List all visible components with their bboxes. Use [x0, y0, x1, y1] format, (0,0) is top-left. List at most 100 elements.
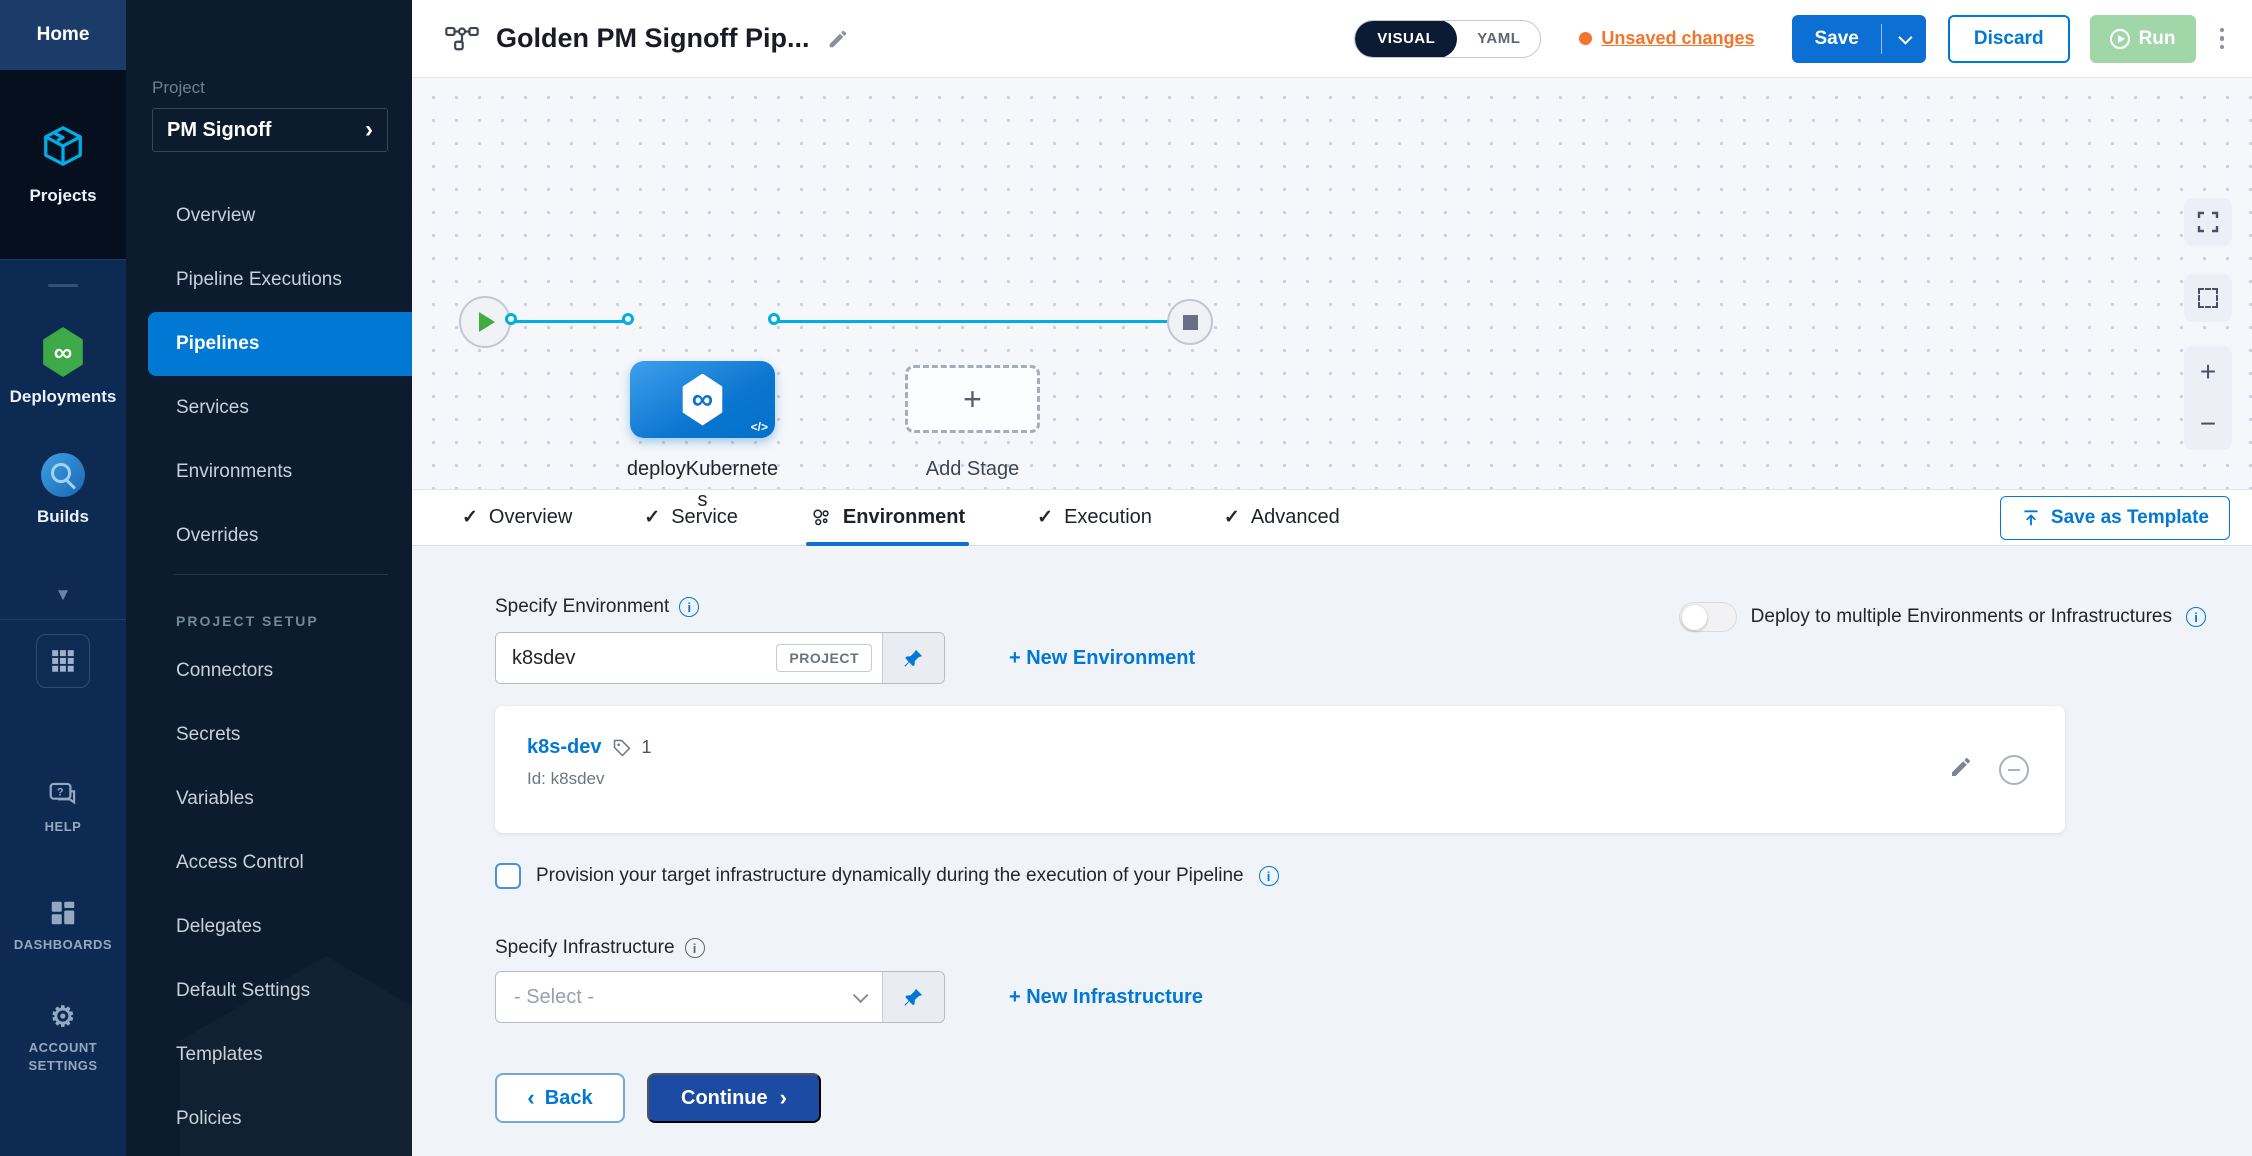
- back-button[interactable]: ‹ Back: [495, 1073, 625, 1123]
- chevron-down-icon: [1898, 30, 1912, 44]
- save-button[interactable]: Save: [1792, 15, 1925, 63]
- multi-deploy-label: Deploy to multiple Environments or Infra…: [1751, 606, 2172, 628]
- info-icon[interactable]: i: [2186, 607, 2206, 627]
- account-settings-label: ACCOUNT SETTINGS: [0, 1039, 126, 1074]
- save-as-template-button[interactable]: Save as Template: [2000, 496, 2230, 540]
- tab-execution-label: Execution: [1064, 506, 1152, 529]
- stop-square-icon: [1183, 315, 1198, 330]
- project-sidebar: Project PM Signoff › Overview Pipeline E…: [126, 0, 412, 1156]
- tab-environment[interactable]: Environment: [810, 490, 965, 546]
- nav-projects[interactable]: Projects: [0, 70, 126, 260]
- add-stage-button[interactable]: +: [905, 365, 1040, 433]
- run-button[interactable]: Run: [2090, 15, 2196, 63]
- canvas-selection-button[interactable]: [2184, 274, 2232, 322]
- new-environment-link[interactable]: + New Environment: [1009, 647, 1195, 670]
- nav-account-settings[interactable]: ⚙ ACCOUNT SETTINGS: [0, 1003, 126, 1074]
- help-chat-icon: ?: [47, 780, 79, 810]
- back-label: Back: [545, 1087, 593, 1110]
- check-icon: ✓: [644, 506, 660, 529]
- pipeline-header: Golden PM Signoff Pip... VISUAL YAML Uns…: [412, 0, 2252, 78]
- environment-input[interactable]: [496, 633, 776, 683]
- save-label: Save: [1792, 28, 1880, 50]
- tab-advanced-label: Advanced: [1251, 506, 1340, 529]
- run-play-icon: [2110, 29, 2130, 49]
- provision-checkbox[interactable]: [495, 863, 521, 889]
- info-icon[interactable]: i: [679, 597, 699, 617]
- header-kebab-menu[interactable]: [2214, 22, 2231, 56]
- project-selector[interactable]: PM Signoff ›: [152, 108, 388, 152]
- specify-environment-label: Specify Environment: [495, 596, 669, 618]
- toggle-visual[interactable]: VISUAL: [1355, 20, 1457, 58]
- edge-connector-dot: [505, 313, 517, 325]
- unsaved-changes[interactable]: Unsaved changes: [1579, 28, 1754, 49]
- nav-dashboards[interactable]: DASHBOARDS: [14, 898, 112, 954]
- save-as-template-label: Save as Template: [2051, 507, 2209, 529]
- environment-id: Id: k8sdev: [527, 769, 2033, 789]
- discard-button[interactable]: Discard: [1948, 15, 2070, 63]
- sidebar-item-access-control[interactable]: Access Control: [126, 831, 412, 895]
- edit-title-pencil-icon[interactable]: [827, 28, 849, 50]
- module-grid-button[interactable]: [36, 634, 90, 688]
- deployments-label: Deployments: [10, 387, 117, 407]
- rail-divider-dash: [48, 284, 78, 287]
- environment-name-link[interactable]: k8s-dev: [527, 736, 602, 759]
- sidebar-item-pipelines[interactable]: Pipelines: [148, 312, 412, 376]
- multi-deploy-switch[interactable]: [1679, 602, 1737, 632]
- nav-builds[interactable]: Builds: [37, 453, 89, 527]
- environment-tab-content: Specify Environment i PROJECT + New Envi…: [412, 546, 2252, 1156]
- environment-card: k8s-dev 1 Id: k8sdev: [495, 706, 2065, 833]
- run-label: Run: [2139, 28, 2176, 50]
- module-rail: Home Projects ∞ Deployments Builds ▼: [0, 0, 126, 1156]
- switch-knob: [1682, 605, 1707, 630]
- canvas-fit-screen-button[interactable]: [2184, 198, 2232, 246]
- edit-environment-pencil-icon[interactable]: [1949, 755, 1973, 784]
- sidebar-item-environments[interactable]: Environments: [126, 440, 412, 504]
- zoom-out-button[interactable]: −: [2200, 410, 2216, 438]
- toggle-yaml[interactable]: YAML: [1457, 30, 1540, 47]
- projects-cube-icon: [40, 123, 86, 174]
- check-icon: ✓: [1224, 506, 1240, 529]
- rail-divider: [0, 619, 126, 620]
- save-dropdown-button[interactable]: [1882, 34, 1926, 44]
- nav-home[interactable]: Home: [0, 0, 126, 70]
- visual-yaml-toggle[interactable]: VISUAL YAML: [1354, 20, 1541, 58]
- info-icon[interactable]: i: [1259, 866, 1279, 886]
- sidebar-item-services[interactable]: Services: [126, 376, 412, 440]
- tab-advanced[interactable]: ✓ Advanced: [1224, 490, 1340, 546]
- canvas-zoom-controls: + −: [2184, 346, 2232, 450]
- builds-icon: [41, 453, 85, 497]
- infrastructure-select[interactable]: - Select -: [496, 972, 882, 1022]
- sidebar-item-variables[interactable]: Variables: [126, 767, 412, 831]
- sidebar-item-connectors[interactable]: Connectors: [126, 639, 412, 703]
- sidebar-divider: [174, 574, 388, 575]
- specify-infrastructure-label-row: Specify Infrastructure i: [495, 937, 2252, 959]
- stage-node-deploy-kubernetes[interactable]: ∞ </>: [630, 361, 775, 438]
- tab-execution[interactable]: ✓ Execution: [1037, 490, 1152, 546]
- pipeline-canvas[interactable]: ∞ </> deployKubernetes + Add Stage + −: [412, 78, 2252, 490]
- new-infrastructure-link[interactable]: + New Infrastructure: [1009, 986, 1203, 1009]
- project-name: PM Signoff: [167, 119, 271, 142]
- check-icon: ✓: [462, 506, 478, 529]
- nav-help[interactable]: ? HELP: [45, 780, 82, 836]
- sidebar-item-secrets[interactable]: Secrets: [126, 703, 412, 767]
- pipeline-start-node[interactable]: [459, 296, 511, 348]
- tab-overview[interactable]: ✓ Overview: [462, 490, 572, 546]
- pin-environment-button[interactable]: [882, 633, 944, 683]
- pipeline-end-node[interactable]: [1167, 299, 1213, 345]
- sidebar-item-overrides[interactable]: Overrides: [126, 504, 412, 568]
- dashboards-label: DASHBOARDS: [14, 936, 112, 954]
- continue-button[interactable]: Continue ›: [647, 1073, 821, 1123]
- sidebar-item-delegates[interactable]: Delegates: [126, 895, 412, 959]
- edge-connector-dot: [622, 313, 634, 325]
- project-selector-label: Project: [152, 78, 412, 98]
- sidebar-item-pipeline-executions[interactable]: Pipeline Executions: [126, 248, 412, 312]
- sidebar-item-overview[interactable]: Overview: [126, 184, 412, 248]
- info-icon[interactable]: i: [685, 938, 705, 958]
- nav-deployments[interactable]: ∞ Deployments: [10, 327, 117, 407]
- tab-service[interactable]: ✓ Service: [644, 490, 738, 546]
- rail-collapse-chevron-icon[interactable]: ▼: [55, 585, 72, 605]
- pin-infrastructure-button[interactable]: [882, 972, 944, 1022]
- zoom-in-button[interactable]: +: [2200, 358, 2216, 386]
- deployments-icon: ∞: [40, 327, 86, 377]
- remove-environment-icon[interactable]: [1999, 755, 2029, 785]
